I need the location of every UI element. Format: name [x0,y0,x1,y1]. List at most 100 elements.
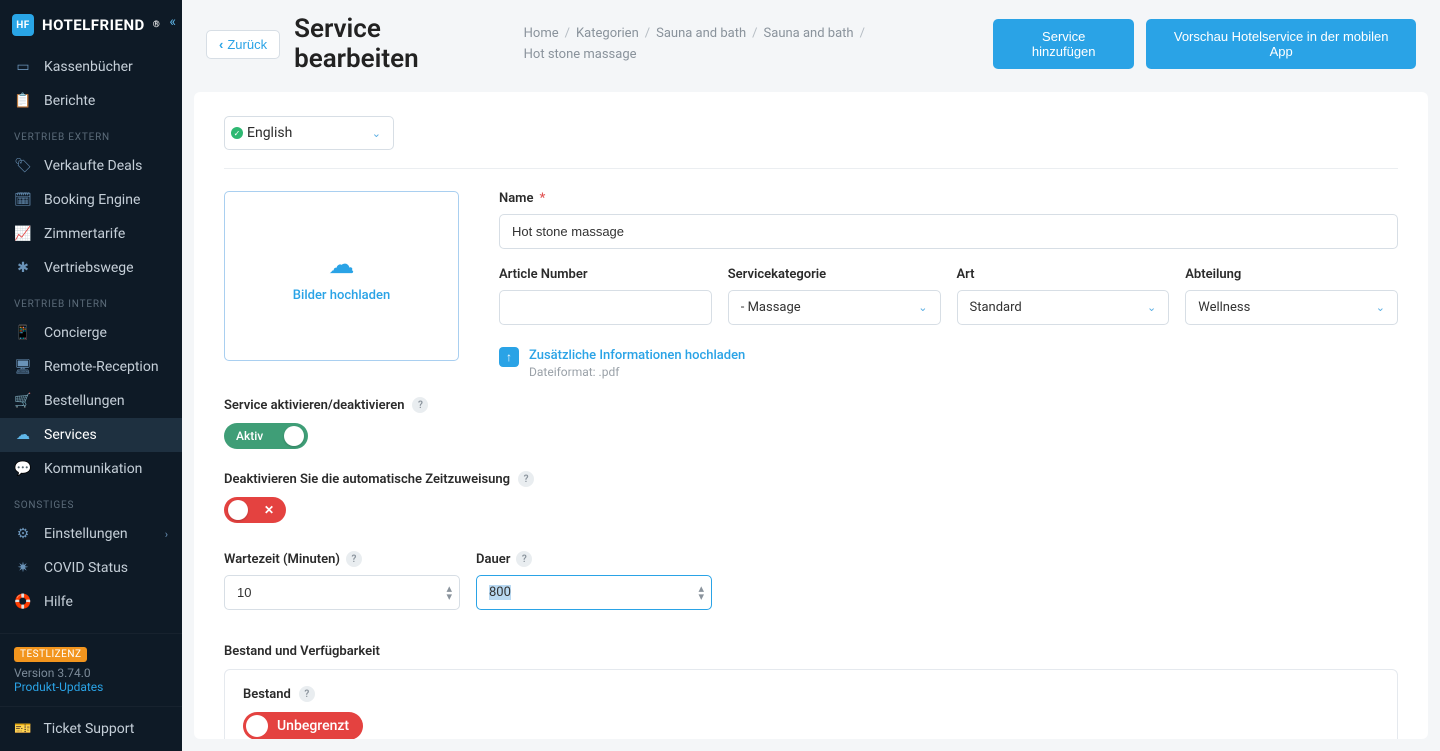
sidebar-item-verkaufte-deals[interactable]: 🏷 Verkaufte Deals [0,149,182,183]
page-title: Service bearbeiten [294,14,510,74]
sidebar-item-label: Remote-Reception [44,359,159,375]
sidebar-collapse-icon[interactable]: « [169,14,176,30]
brand-name: HOTELFRIEND [42,16,145,34]
language-value: English [247,125,292,141]
brand: HF HOTELFRIEND ® [0,0,182,50]
breadcrumb-item[interactable]: Sauna and bath [764,26,854,41]
content: ✓ English ⌄ ☁ Bilder hochladen [194,92,1428,739]
sidebar-item-services[interactable]: ☁ Services [0,418,182,452]
chevron-down-icon: ⌄ [1147,301,1156,314]
add-service-button[interactable]: Service hinzufügen [993,19,1134,69]
required-mark: * [539,191,545,206]
clipboard-icon: 📋 [14,93,32,109]
type-label: Art [957,267,975,282]
ticket-support[interactable]: 🎫 Ticket Support [0,706,182,751]
sidebar-item-hilfe[interactable]: 🛟 Hilfe [0,585,182,619]
help-icon[interactable]: ? [346,551,362,567]
chart-icon: 📈 [14,226,32,242]
chevron-left-icon: ‹ [219,37,223,52]
sidebar-item-label: Verkaufte Deals [44,158,142,174]
sidebar-item-label: Einstellungen [44,526,128,542]
deactivate-auto-label: Deaktivieren Sie die automatische Zeitzu… [224,472,510,487]
type-value: Standard [970,300,1022,315]
stock-state: Unbegrenzt [277,718,349,734]
chevron-down-icon: ⌄ [918,301,927,314]
x-icon: ✕ [264,503,274,517]
ticket-icon: 🎫 [14,721,31,737]
main: ‹ Zurück Service bearbeiten Home/ Katego… [182,0,1440,751]
version-text: Version 3.74.0 [14,666,91,680]
brand-logo: HF [12,14,34,36]
stock-box: Bestand ? Unbegrenzt [224,669,1398,739]
sidebar-item-label: Hilfe [44,594,73,610]
name-input[interactable] [499,214,1398,249]
sidebar-item-label: Concierge [44,325,107,341]
chevron-down-icon: ⌄ [372,127,381,140]
department-value: Wellness [1198,300,1250,315]
stock-label: Bestand [243,687,291,702]
breadcrumb-item[interactable]: Kategorien [576,26,639,41]
activate-toggle[interactable]: Aktiv [224,423,308,449]
sidebar-item-label: Berichte [44,93,95,109]
sidebar-item-concierge[interactable]: 📱 Concierge [0,316,182,350]
preview-app-button[interactable]: Vorschau Hotelservice in der mobilen App [1146,19,1416,69]
duration-input[interactable]: 800 [476,575,712,610]
product-updates-link[interactable]: Produkt-Updates [14,680,103,694]
sidebar-item-booking-engine[interactable]: 🗓 Booking Engine [0,183,182,217]
stock-section-label: Bestand und Verfügbarkeit [224,644,380,659]
deactivate-auto-toggle[interactable]: ✕ [224,497,286,523]
article-input[interactable] [499,290,712,325]
divider [224,168,1398,169]
type-select[interactable]: Standard ⌄ [957,290,1170,325]
tag-icon: 🏷 [14,158,32,174]
help-icon[interactable]: ? [518,471,534,487]
sidebar-item-bestellungen[interactable]: 🛒 Bestellungen [0,384,182,418]
upload-info-hint: Dateiformat: .pdf [529,365,745,379]
wait-label: Wartezeit (Minuten) [224,552,340,567]
upload-images-box[interactable]: ☁ Bilder hochladen [224,191,459,361]
help-icon[interactable]: ? [299,686,315,702]
sidebar-item-covid[interactable]: ✷ COVID Status [0,551,182,585]
ticket-support-label: Ticket Support [43,721,134,737]
stock-toggle[interactable]: Unbegrenzt [243,712,363,739]
sidebar-section-extern: VERTRIEB EXTERN [0,118,182,149]
topbar: ‹ Zurück Service bearbeiten Home/ Katego… [182,0,1440,84]
help-icon: 🛟 [14,594,32,610]
sidebar-section-intern: VERTRIEB INTERN [0,285,182,316]
sidebar-item-label: Kassenbücher [44,59,133,75]
sidebar-item-label: Booking Engine [44,192,140,208]
sidebar-item-vertriebswege[interactable]: ✱ Vertriebswege [0,251,182,285]
number-stepper[interactable]: ▴▾ [698,585,704,601]
back-label: Zurück [227,37,267,52]
category-value: - Massage [741,300,801,315]
department-select[interactable]: Wellness ⌄ [1185,290,1398,325]
breadcrumb-item[interactable]: Home [524,26,559,41]
toggle-knob [228,500,248,520]
sidebar-item-kommunikation[interactable]: 💬 Kommunikation [0,452,182,486]
wait-input[interactable] [224,575,460,610]
upload-icon: ↑ [499,347,519,367]
number-stepper[interactable]: ▴▾ [446,585,452,601]
duration-label: Dauer [476,552,510,567]
share-icon: ✱ [14,260,32,276]
category-select[interactable]: - Massage ⌄ [728,290,941,325]
language-select[interactable]: ✓ English ⌄ [224,116,394,150]
cart-icon: 🛒 [14,393,32,409]
sidebar-footer: TESTLIZENZ Version 3.74.0 Produkt-Update… [0,633,182,706]
breadcrumb: Home/ Kategorien/ Sauna and bath/ Sauna … [524,26,979,62]
upload-info-link[interactable]: Zusätzliche Informationen hochladen [529,348,745,363]
sidebar: HF HOTELFRIEND ® « ▭ Kassenbücher 📋 Beri… [0,0,182,751]
help-icon[interactable]: ? [516,551,532,567]
help-icon[interactable]: ? [412,397,428,413]
back-button[interactable]: ‹ Zurück [206,30,280,59]
sidebar-item-zimmertarife[interactable]: 📈 Zimmertarife [0,217,182,251]
category-label: Servicekategorie [728,267,826,282]
calendar-icon: 🗓 [14,192,32,208]
sidebar-item-berichte[interactable]: 📋 Berichte [0,84,182,118]
sidebar-item-remote-reception[interactable]: 🖥 Remote-Reception [0,350,182,384]
sidebar-item-label: Zimmertarife [44,226,125,242]
breadcrumb-item[interactable]: Sauna and bath [656,26,746,41]
sidebar-item-einstellungen[interactable]: ⚙ Einstellungen › [0,517,182,551]
sidebar-item-kassenbuecher[interactable]: ▭ Kassenbücher [0,50,182,84]
sidebar-item-label: Services [44,427,97,443]
